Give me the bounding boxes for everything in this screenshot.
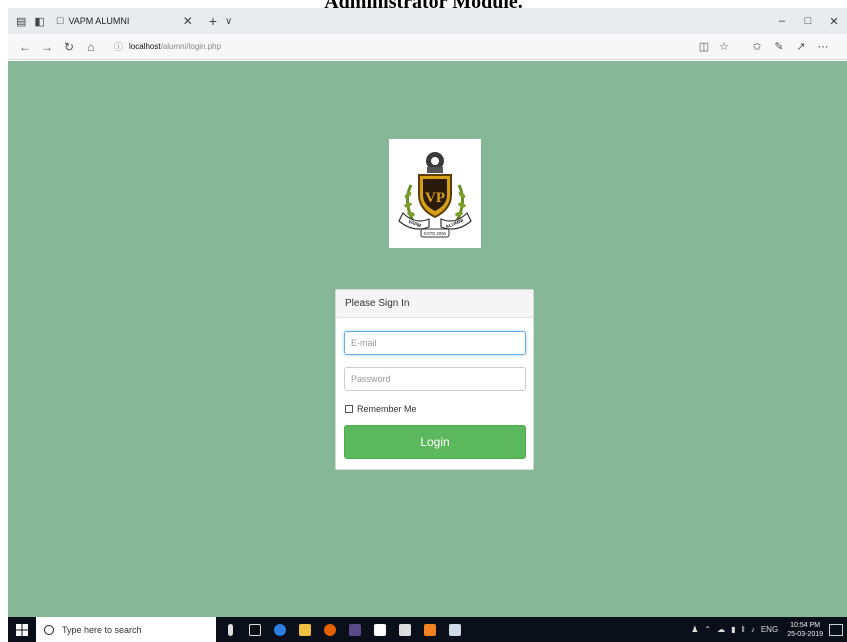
tab-set-aside-icon[interactable]: ◧ [34, 15, 44, 28]
favorites-icon[interactable]: ✩ [746, 40, 768, 53]
tab-list-chevron-icon[interactable]: ∨ [225, 16, 232, 27]
share-icon[interactable]: ↗ [790, 40, 812, 53]
address-bar[interactable]: ⓘ localhost/alumni/login.php ◫ ☆ [114, 38, 734, 56]
language-indicator[interactable]: ENG [761, 625, 778, 634]
browser-tab[interactable]: □ VAPM ALUMNI ✕ [51, 8, 201, 34]
site-info-icon[interactable]: ⓘ [114, 40, 123, 53]
battery-icon[interactable]: ▮ [731, 625, 735, 634]
panel-title: Please Sign In [336, 290, 533, 318]
tab-title: VAPM ALUMNI [68, 16, 130, 26]
browser-navbar: ← → ↻ ⌂ ⓘ localhost/alumni/login.php ◫ ☆… [8, 34, 847, 60]
taskbar-search[interactable]: Type here to search [36, 617, 216, 642]
app-icon[interactable] [344, 617, 366, 642]
login-button[interactable]: Login [344, 425, 526, 459]
show-hidden-icons-chevron-icon[interactable]: ⌃ [704, 625, 711, 634]
tab-close-icon[interactable]: ✕ [183, 14, 193, 28]
refresh-icon[interactable]: ↻ [58, 40, 80, 54]
web-page: VP VAPM ALUMNI ESTD 2006 Please Sign In … [8, 61, 847, 617]
remember-me-checkbox[interactable] [345, 405, 353, 413]
address-bar-actions: ◫ ☆ [694, 40, 734, 53]
taskbar-search-placeholder: Type here to search [62, 624, 142, 635]
home-icon[interactable]: ⌂ [80, 40, 102, 54]
people-icon[interactable]: ♟ [691, 625, 698, 634]
svg-text:VP: VP [425, 190, 445, 206]
mail-icon[interactable] [394, 617, 416, 642]
close-icon[interactable]: ✕ [821, 15, 847, 28]
clock-date: 25-03-2019 [787, 630, 823, 638]
volume-icon[interactable]: ♪ [751, 625, 755, 634]
forward-icon[interactable]: → [36, 40, 58, 54]
window-controls: – □ ✕ [769, 8, 847, 34]
windows-taskbar: Type here to search ♟ ⌃ ☁ ▮ ‖ ♪ ENG 10:5… [8, 617, 847, 642]
onedrive-icon[interactable]: ☁ [717, 625, 725, 634]
minimize-icon[interactable]: – [769, 15, 795, 27]
system-tray: ♟ ⌃ ☁ ▮ ‖ ♪ ENG 10:54 PM 25-03-2019 [688, 617, 847, 642]
page-icon: □ [56, 15, 64, 27]
network-icon[interactable]: ‖ [742, 625, 745, 634]
pen-icon[interactable]: ✎ [768, 40, 790, 53]
windows-logo-icon [16, 623, 28, 636]
logo-banner-bottom-text: ESTD 2006 [424, 231, 446, 236]
favorite-star-icon[interactable]: ☆ [714, 40, 734, 53]
remember-me-label: Remember Me [357, 404, 417, 414]
edge-icon[interactable] [269, 617, 291, 642]
clock-time: 10:54 PM [790, 621, 821, 629]
more-icon[interactable]: ⋯ [812, 40, 834, 53]
xampp-icon[interactable] [419, 617, 441, 642]
back-icon[interactable]: ← [14, 40, 36, 54]
microphone-icon[interactable] [219, 617, 241, 642]
login-panel: Please Sign In Remember Me Login [335, 289, 534, 470]
logo-emblem-icon: VP VAPM ALUMNI ESTD 2006 [398, 152, 472, 238]
remember-me[interactable]: Remember Me [345, 404, 417, 414]
screen: Administrator Module. ▤ ◧ □ VAPM ALUMNI … [0, 0, 847, 642]
cortana-icon [44, 624, 54, 635]
start-button[interactable] [8, 617, 36, 642]
tab-actions-icon[interactable]: ▤ [16, 15, 26, 28]
url-path: /alumni/login.php [160, 42, 222, 51]
file-explorer-icon[interactable] [294, 617, 316, 642]
reading-view-icon[interactable]: ◫ [694, 40, 714, 53]
clock[interactable]: 10:54 PM 25-03-2019 [787, 621, 823, 639]
maximize-icon[interactable]: □ [795, 15, 821, 27]
browser-titlebar: ▤ ◧ □ VAPM ALUMNI ✕ + ∨ – □ ✕ [8, 8, 847, 34]
photos-icon[interactable] [444, 617, 466, 642]
store-icon[interactable] [369, 617, 391, 642]
url-host: localhost [129, 42, 161, 51]
new-tab-icon[interactable]: + [209, 13, 217, 29]
password-input[interactable] [344, 367, 526, 391]
task-view-icon[interactable] [244, 617, 266, 642]
action-center-icon[interactable] [829, 623, 843, 636]
email-input[interactable] [344, 331, 526, 355]
browser-toolbar-right: ✩ ✎ ↗ ⋯ [746, 40, 834, 53]
firefox-icon[interactable] [319, 617, 341, 642]
vapm-alumni-logo: VP VAPM ALUMNI ESTD 2006 [389, 139, 481, 248]
